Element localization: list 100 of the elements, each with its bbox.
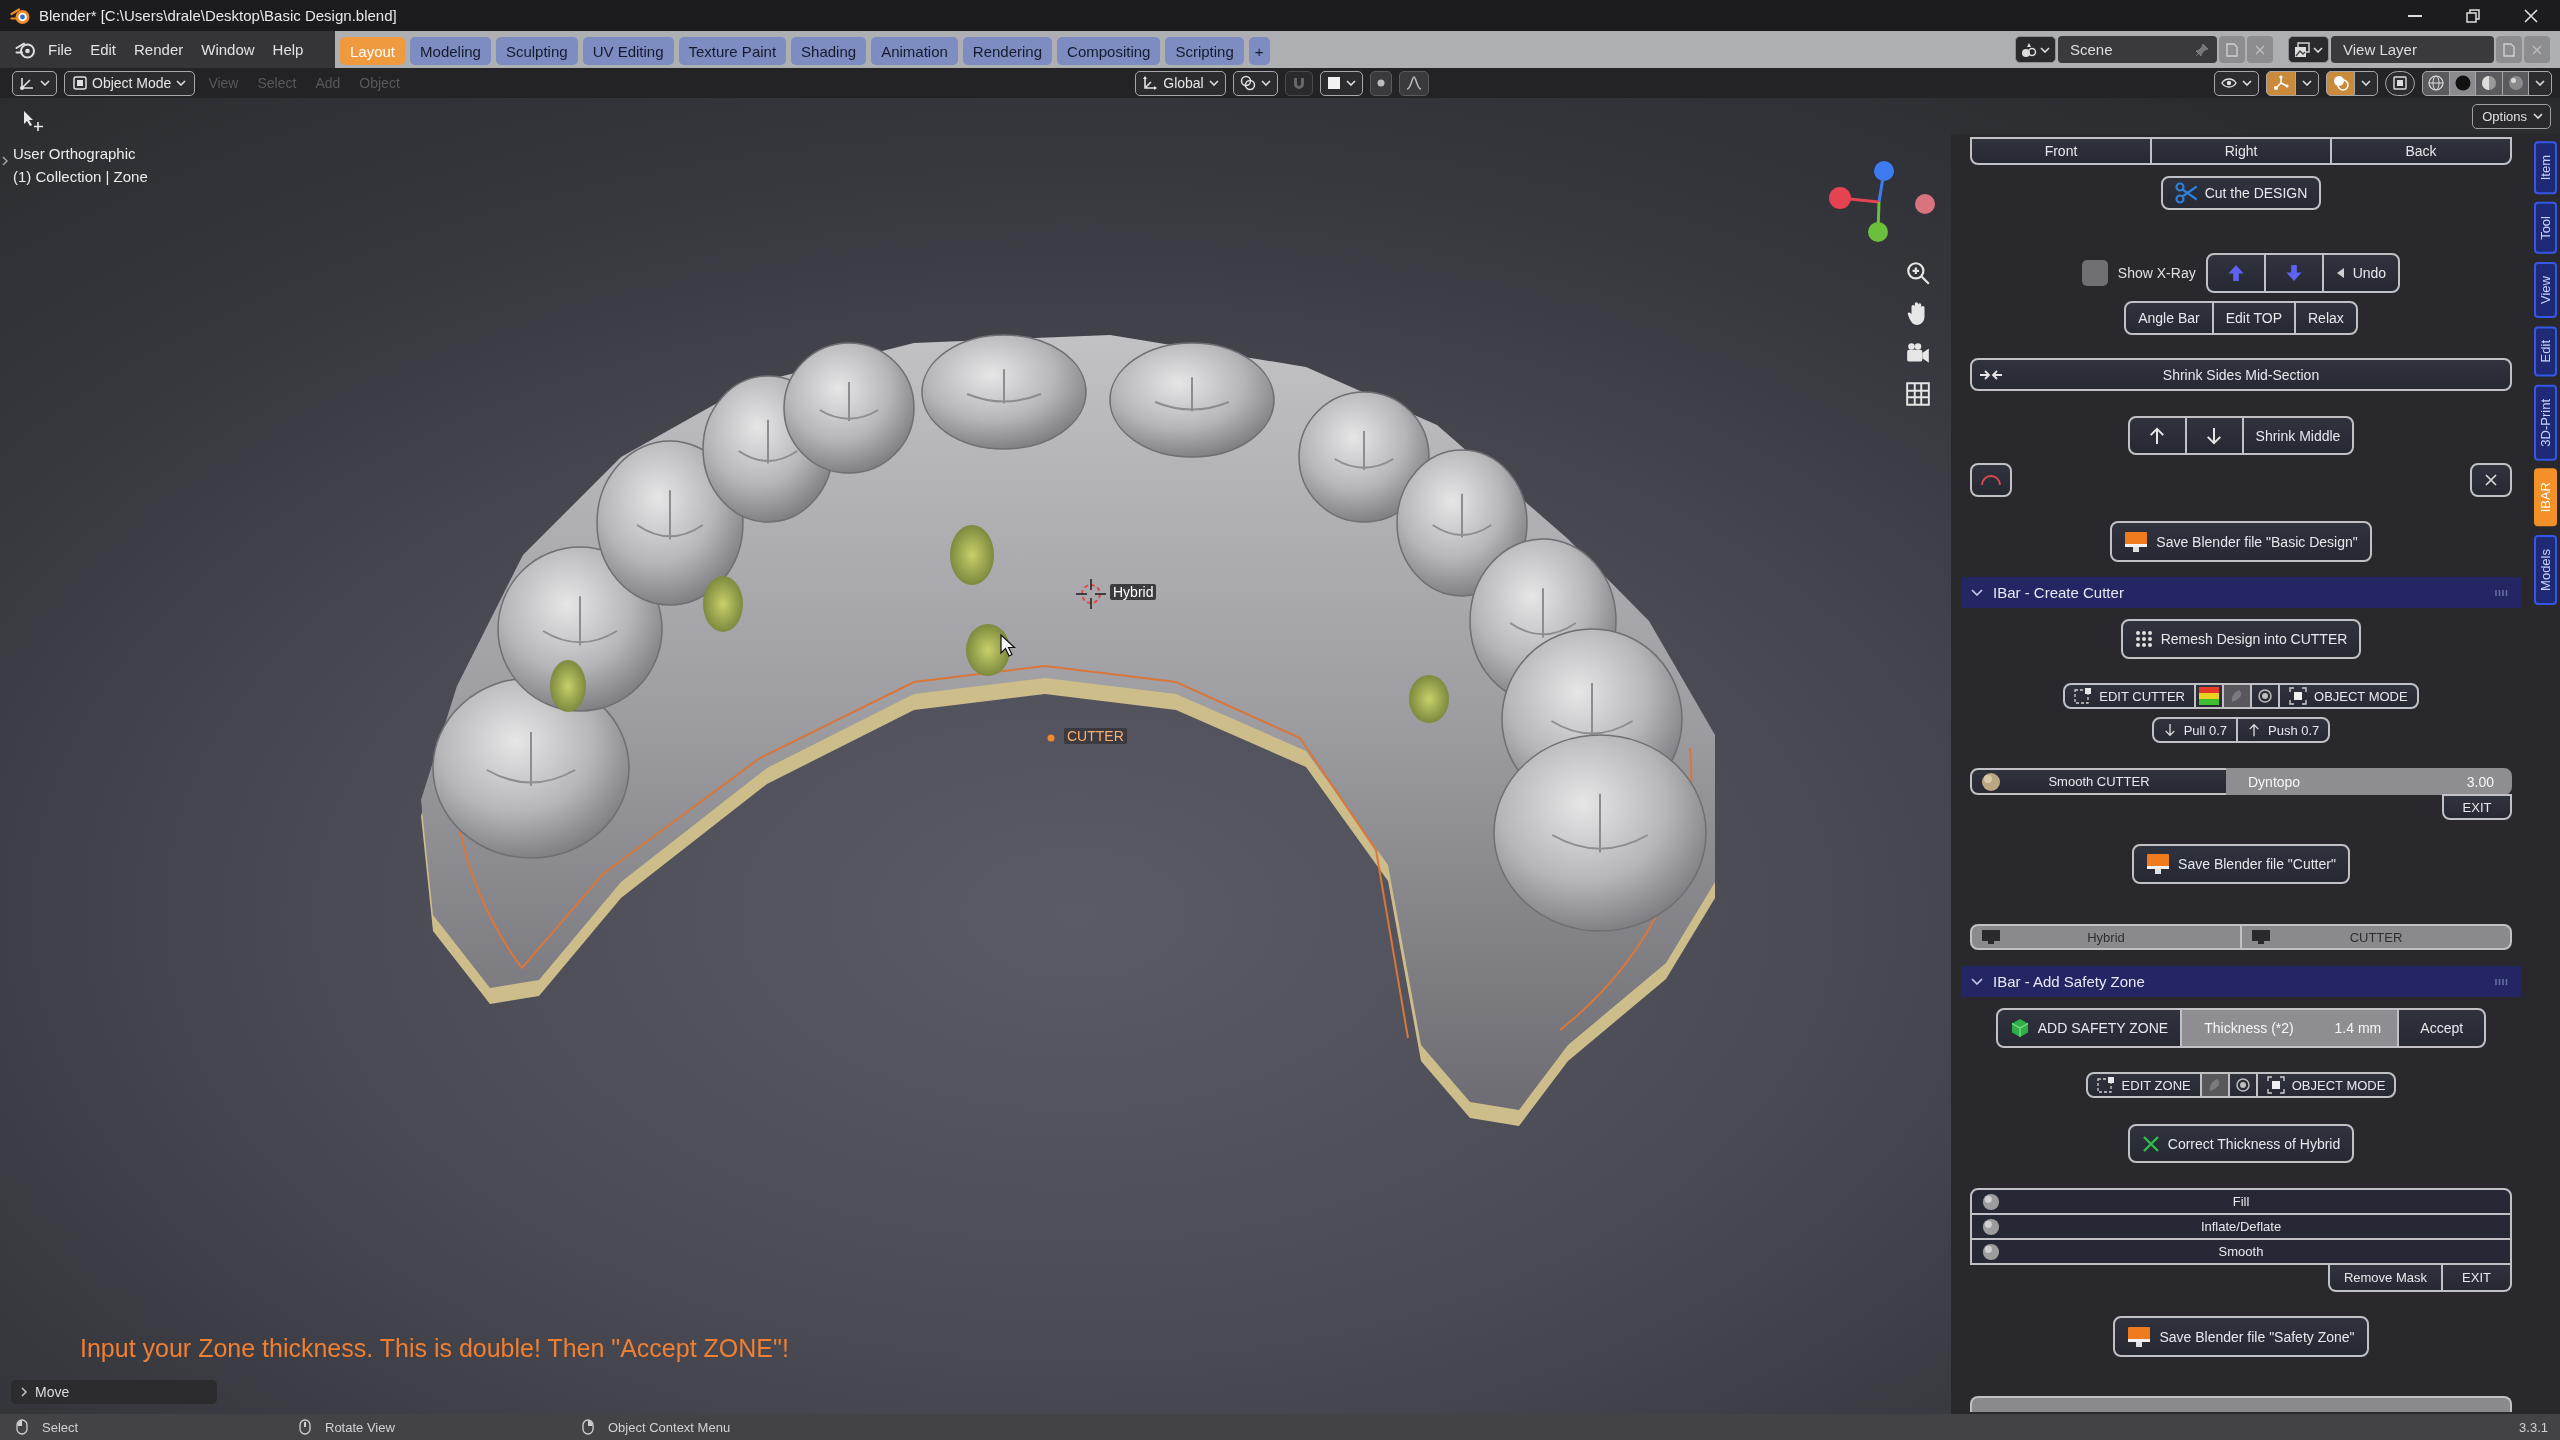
object-mode-button[interactable]: OBJECT MODE [2255, 1072, 2397, 1098]
scene-selector-button[interactable] [2015, 36, 2056, 63]
snap-target-dropdown[interactable] [1319, 70, 1363, 96]
falloff-dropdown[interactable] [1398, 70, 1429, 96]
view-button[interactable]: Front [1970, 137, 2152, 165]
workspace-tab[interactable]: Modeling [410, 37, 491, 65]
smooth-brush-button[interactable]: Smooth CUTTER [1970, 768, 2228, 795]
menu-item[interactable]: Window [192, 41, 264, 58]
options-dropdown[interactable]: Options [2472, 103, 2551, 129]
checkbox-label[interactable]: Show X-Ray [2117, 265, 2196, 281]
move-up-button[interactable] [2205, 253, 2266, 293]
menu-item[interactable]: Help [263, 41, 313, 58]
last-operator-panel[interactable]: Move [11, 1380, 217, 1404]
save-file-button[interactable]: Save Blender file "Cutter" [2132, 844, 2350, 884]
move-down-button[interactable] [2184, 416, 2244, 455]
visibility-dropdown[interactable] [2214, 70, 2259, 96]
exit-button[interactable]: EXIT [2441, 1265, 2512, 1292]
sculpt-brush-button[interactable]: Fill [1970, 1188, 2512, 1215]
edit-button[interactable]: Angle Bar [2124, 301, 2214, 335]
sidebar-tab[interactable]: Item [2533, 141, 2557, 195]
grid-icon[interactable] [1905, 381, 1931, 407]
remesh-button[interactable]: Remesh Design into CUTTER [2120, 619, 2362, 659]
save-file-button[interactable]: Save Blender file "Safety Zone" [2113, 1316, 2369, 1357]
sculpt-brush-button[interactable]: Inflate/Deflate [1970, 1213, 2512, 1240]
brush-button[interactable] [2222, 683, 2252, 709]
edit-button[interactable]: Edit TOP [2211, 301, 2296, 335]
edit-button[interactable]: Relax [2294, 301, 2358, 335]
pivot-dropdown[interactable] [1232, 70, 1278, 96]
sidebar-tab[interactable]: View [2533, 262, 2557, 319]
menu-item[interactable]: Render [125, 41, 193, 58]
pull-button[interactable]: Pull 0.7 [2151, 717, 2238, 743]
menu-item[interactable]: File [39, 41, 82, 58]
navigation-gizmo[interactable] [1828, 160, 1938, 244]
snap-toggle[interactable] [1284, 70, 1313, 96]
workspace-tab[interactable]: Texture Paint [678, 37, 787, 65]
view-button[interactable]: Right [2150, 137, 2332, 165]
record-button[interactable] [2250, 683, 2280, 709]
move-up-button[interactable] [2127, 416, 2187, 455]
shading-dropdown[interactable] [2528, 70, 2552, 96]
record-button[interactable] [2227, 1072, 2258, 1098]
orientation-dropdown[interactable]: Global [1135, 70, 1226, 96]
view-layer-selector-button[interactable] [2288, 36, 2329, 63]
object-toggle-button[interactable]: Hybrid [1970, 924, 2242, 950]
toggle-bar[interactable] [1970, 1396, 2512, 1412]
arc-button[interactable] [1970, 463, 2012, 497]
remove-mask-button[interactable]: Remove Mask [2327, 1265, 2443, 1292]
workspace-tab[interactable]: UV Editing [582, 37, 674, 65]
workspace-tab[interactable]: Scripting [1165, 37, 1244, 65]
zoom-icon[interactable] [1905, 260, 1931, 286]
shrink-sides-button[interactable]: Shrink Sides Mid-Section [1970, 358, 2512, 391]
drag-handle-icon[interactable] [2495, 588, 2509, 597]
scene-field[interactable]: Scene [2058, 36, 2217, 63]
chevron-icon[interactable] [2, 156, 8, 166]
xray-toggle[interactable] [2385, 70, 2415, 96]
checkbox[interactable] [2081, 260, 2108, 286]
editor-type-button[interactable] [12, 70, 57, 96]
close-button[interactable] [2470, 463, 2512, 497]
sidebar-tab[interactable]: Edit [2533, 326, 2557, 377]
sidebar-tab[interactable]: Tool [2533, 202, 2557, 255]
shading-mode-button[interactable] [2448, 70, 2477, 96]
workspace-tab[interactable]: Compositing [1057, 37, 1161, 65]
menu-item[interactable]: Edit [81, 41, 126, 58]
panel-header[interactable]: IBar - Create Cutter [1961, 577, 2521, 608]
overlay-dropdown[interactable] [2354, 70, 2378, 96]
workspace-tab[interactable]: Rendering [962, 37, 1053, 65]
exit-button[interactable]: EXIT [2442, 794, 2512, 820]
gizmo-toggle[interactable] [2266, 70, 2296, 96]
overlay-toggle[interactable] [2325, 70, 2356, 96]
shading-mode-button[interactable] [2501, 70, 2530, 96]
object-mode-button[interactable]: OBJECT MODE [2278, 683, 2419, 709]
panel-header[interactable]: IBar - Add Safety Zone [1961, 966, 2521, 997]
sidebar-tab[interactable]: 3D-Print [2533, 384, 2557, 461]
undo-button[interactable]: Undo [2321, 253, 2401, 293]
sculpt-brush-button[interactable]: Smooth [1970, 1238, 2512, 1265]
cursor-crosshair-icon[interactable] [1076, 579, 1106, 609]
move-down-button[interactable] [2263, 253, 2324, 293]
view-layer-field[interactable]: View Layer [2331, 36, 2494, 63]
proportional-edit-toggle[interactable] [1369, 70, 1392, 96]
shading-mode-button[interactable] [2422, 70, 2450, 96]
gizmo-dropdown[interactable] [2294, 70, 2319, 96]
save-file-button[interactable]: Save Blender file "Basic Design" [2110, 521, 2372, 562]
cursor-arrow-icon[interactable] [22, 110, 44, 132]
add-safety-zone-button[interactable]: ADD SAFETY ZONE [1995, 1008, 2183, 1048]
edit-mode-button[interactable]: EDIT CUTTER [2063, 683, 2196, 709]
sidebar-tab[interactable]: Models [2533, 534, 2557, 605]
add-workspace-button[interactable]: + [1248, 37, 1270, 65]
shrink-middle-button[interactable]: Shrink Middle [2241, 416, 2355, 455]
view-button[interactable]: Back [2330, 137, 2512, 165]
vertex-color-button[interactable] [2194, 683, 2224, 709]
cut-design-button[interactable]: Cut the DESIGN [2160, 176, 2322, 210]
drag-handle-icon[interactable] [2495, 977, 2509, 986]
accept-button[interactable]: Accept [2397, 1008, 2487, 1048]
workspace-tab[interactable]: Sculpting [495, 37, 578, 65]
mode-dropdown[interactable]: Object Mode [64, 70, 196, 96]
object-toggle-button[interactable]: CUTTER [2240, 924, 2512, 950]
workspace-tab[interactable]: Shading [791, 37, 867, 65]
brush-button[interactable] [2199, 1072, 2230, 1098]
workspace-tab[interactable]: Animation [871, 37, 958, 65]
shading-mode-button[interactable] [2475, 70, 2503, 96]
correct-thickness-button[interactable]: Correct Thickness of Hybrid [2127, 1124, 2355, 1163]
